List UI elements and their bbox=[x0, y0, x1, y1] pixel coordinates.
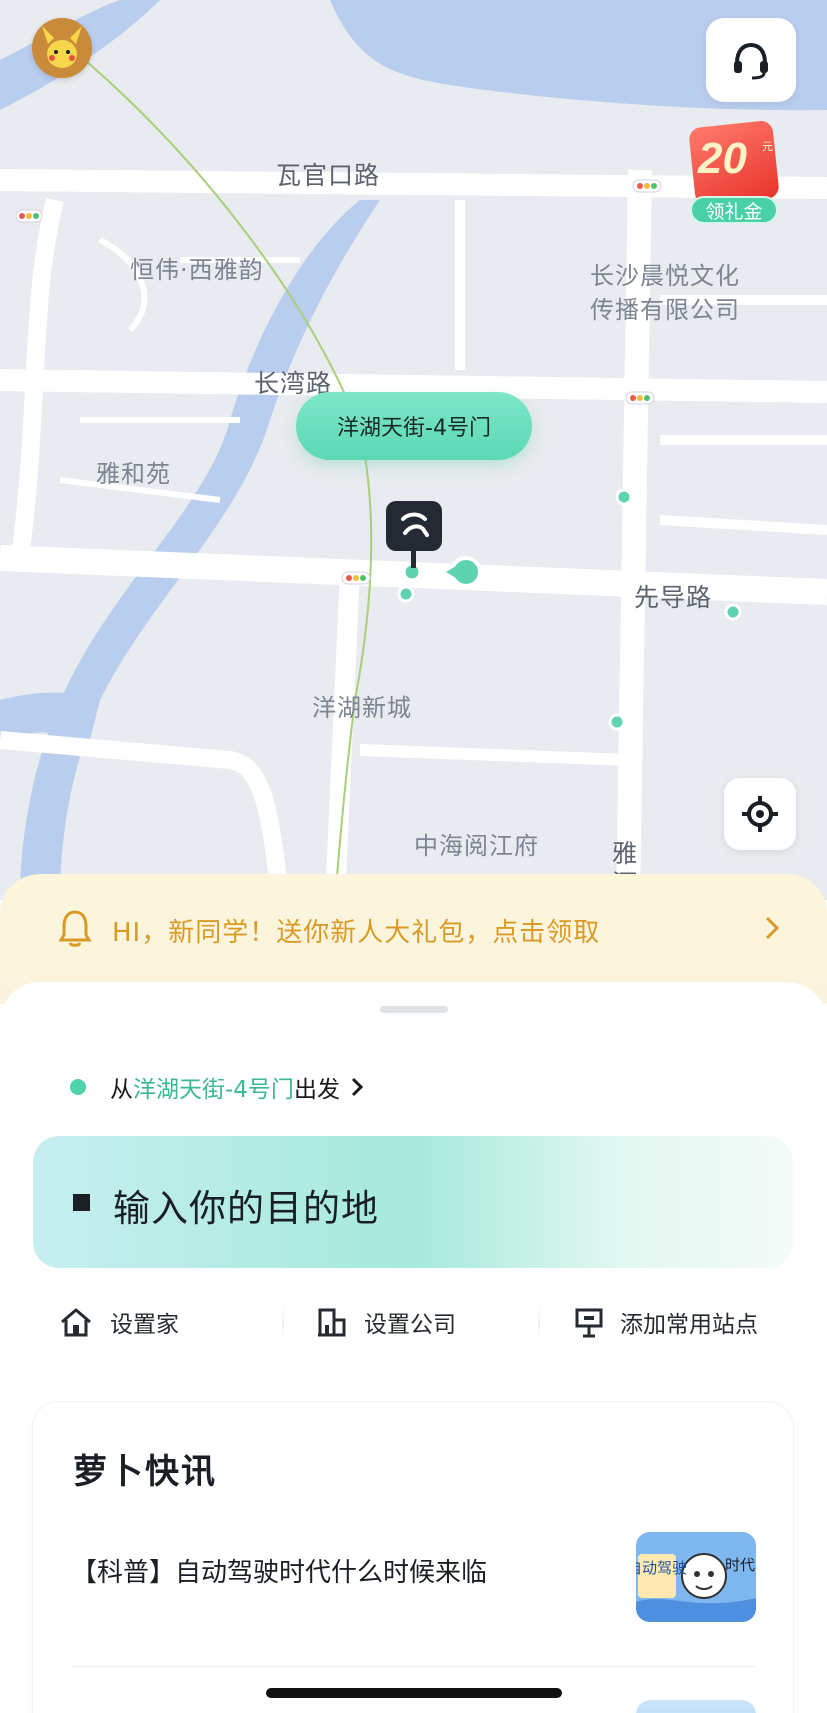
set-office-button[interactable]: 设置公司 bbox=[316, 1282, 456, 1362]
chevron-right-icon bbox=[765, 916, 780, 940]
crosshair-icon bbox=[742, 796, 778, 832]
map-label-waguankou-road: 瓦官口路 bbox=[276, 161, 381, 190]
robotaxi-marker-stem bbox=[411, 548, 416, 568]
add-station-label: 添加常用站点 bbox=[620, 1312, 758, 1338]
destination-square-icon bbox=[73, 1194, 90, 1211]
map-label-zhonghai: 中海阅江府 bbox=[414, 832, 539, 860]
origin-dot-icon bbox=[70, 1079, 86, 1095]
locate-me-button[interactable] bbox=[724, 778, 796, 850]
divider bbox=[282, 1304, 284, 1340]
news-next-thumbnail[interactable] bbox=[636, 1700, 756, 1713]
origin-suffix: 出发 bbox=[293, 1077, 340, 1103]
news-divider bbox=[73, 1666, 755, 1667]
pickup-point-bubble[interactable]: 洋湖天街-4号门 bbox=[296, 392, 532, 460]
map-label-company-line2: 传播有限公司 bbox=[590, 296, 740, 324]
set-home-label: 设置家 bbox=[110, 1312, 179, 1338]
gift-unit: 元 bbox=[762, 140, 773, 153]
divider bbox=[538, 1304, 540, 1340]
thumb-text-right: 时代 bbox=[725, 1556, 755, 1574]
origin-prefix: 从 bbox=[110, 1077, 133, 1103]
destination-placeholder: 输入你的目的地 bbox=[113, 1187, 379, 1230]
office-icon bbox=[318, 1308, 346, 1337]
user-avatar[interactable] bbox=[32, 18, 92, 78]
station-icon bbox=[575, 1308, 603, 1338]
add-station-button[interactable]: 添加常用站点 bbox=[574, 1282, 758, 1362]
home-indicator[interactable] bbox=[266, 1688, 562, 1698]
gift-amount: 20 bbox=[698, 134, 747, 183]
map-label-xiandao-road: 先导路 bbox=[634, 583, 713, 612]
customer-service-button[interactable] bbox=[706, 18, 796, 102]
destination-input[interactable]: 输入你的目的地 bbox=[33, 1136, 793, 1268]
booking-panel: 从 洋湖天街-4号门 出发 输入你的目的地 设置家 设置公司 添加常用站点 萝卜… bbox=[0, 982, 827, 1713]
map-label-yaheyuan: 雅和苑 bbox=[96, 460, 171, 488]
drag-handle[interactable] bbox=[380, 1006, 448, 1013]
news-item-text[interactable]: 【科普】自动驾驶时代什么时候来临 bbox=[71, 1552, 487, 1589]
origin-selector[interactable]: 从 洋湖天街-4号门 出发 bbox=[70, 1070, 366, 1104]
headset-icon bbox=[734, 42, 768, 80]
map-label-company-line1: 长沙晨悦文化 bbox=[590, 262, 740, 290]
robotaxi-marker bbox=[386, 501, 442, 551]
avatar-image bbox=[32, 18, 92, 78]
set-office-label: 设置公司 bbox=[364, 1312, 456, 1338]
news-thumbnail-image: 自动驾驶 时代 bbox=[636, 1532, 756, 1622]
origin-place: 洋湖天街-4号门 bbox=[133, 1077, 294, 1103]
home-icon bbox=[61, 1308, 91, 1337]
gift-label: 领礼金 bbox=[690, 196, 778, 224]
robotaxi-logo-icon bbox=[401, 512, 429, 537]
map-view[interactable]: 瓦官口路 恒伟·西雅韵 长沙晨悦文化 传播有限公司 长湾路 雅和苑 先导路 洋湖… bbox=[0, 0, 827, 900]
quick-shortcuts: 设置家 设置公司 添加常用站点 bbox=[0, 1282, 827, 1362]
news-title: 萝卜快讯 bbox=[73, 1452, 217, 1492]
thumb-text-left: 自动驾驶 bbox=[636, 1559, 687, 1577]
map-label-hengwei: 恒伟·西雅韵 bbox=[130, 256, 264, 284]
set-home-button[interactable]: 设置家 bbox=[58, 1282, 179, 1362]
news-card: 萝卜快讯 【科普】自动驾驶时代什么时候来临 自动驾驶 时代 bbox=[33, 1402, 793, 1713]
news-item-thumbnail[interactable]: 自动驾驶 时代 bbox=[636, 1532, 756, 1622]
gift-money-badge[interactable]: 20 元 领礼金 bbox=[686, 119, 782, 228]
map-label-yanghu-xincheng: 洋湖新城 bbox=[312, 694, 412, 722]
chevron-right-icon bbox=[351, 1077, 364, 1097]
bell-icon bbox=[58, 910, 92, 947]
promo-text: HI，新同学！送你新人大礼包，点击领取 bbox=[112, 918, 601, 948]
